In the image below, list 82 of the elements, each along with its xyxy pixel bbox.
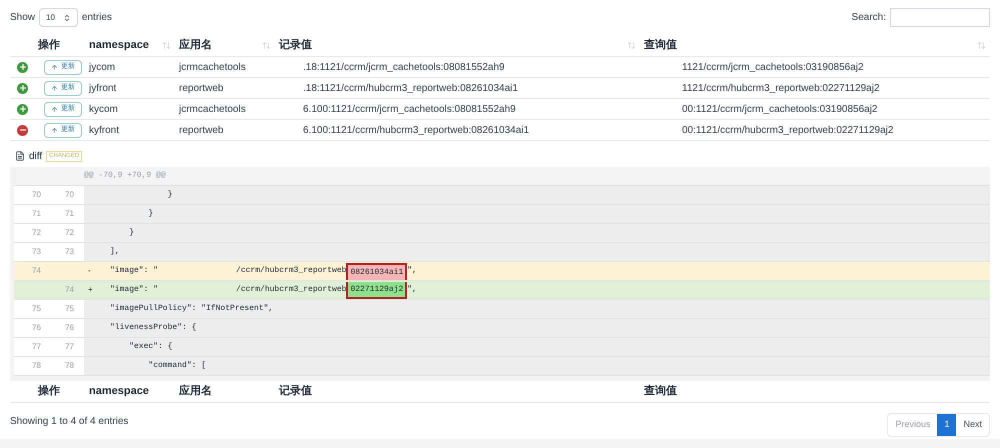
pagination-button[interactable]: 1 [937, 414, 956, 436]
table-cell: .18:1121/ccrm/jcrm_cachetools:08081552ah9 [303, 62, 505, 72]
code-text: "imagePullPolicy": "IfNotPresent", [110, 303, 274, 315]
code-text: } [147, 208, 154, 220]
table-cell: .18:1121/ccrm/hubcrm3_reportweb:08261034ai1 [303, 82, 518, 94]
line-number: 75 [64, 303, 74, 315]
table-cell: 00:1121/ccrm/hubcrm3_reportweb:02271129aj2 [682, 124, 894, 136]
column-header[interactable]: namespace [89, 37, 149, 54]
line-number: 72 [31, 227, 42, 239]
line-number: 70 [64, 189, 74, 201]
column-header[interactable]: 记录值 [279, 383, 312, 400]
up-arrow-icon [51, 84, 58, 92]
line-number: 76 [31, 322, 42, 334]
code-text: /ccrm/hubcrm3_reportweb [236, 284, 346, 296]
diff-sign: - [87, 265, 92, 277]
select-arrows-icon [62, 14, 71, 22]
code-text: "command": [ [147, 360, 206, 372]
changed-hash: 08261034ai1 [346, 262, 408, 280]
table-cell: 6.100:1121/ccrm/jcrm_cachetools:08081552ah9 [303, 104, 516, 114]
up-arrow-icon [51, 64, 58, 70]
table-cell: 6.100:1121/ccrm/hubcrm3_reportweb:08261034ai1 [303, 124, 530, 136]
table-cell-text: kyfront [88, 124, 120, 138]
column-header[interactable]: 操作 [38, 383, 60, 400]
column-header[interactable]: 应用名 [179, 37, 212, 54]
line-number: 74 [31, 265, 42, 277]
code-text: "livenessProbe": { [110, 322, 196, 334]
show-label: Show [10, 11, 36, 25]
column-header[interactable]: 操作 [38, 37, 60, 54]
code-text: ], [110, 246, 120, 258]
code-text: /ccrm/hubcrm3_reportweb [236, 265, 346, 277]
page-size-select[interactable]: 10 [39, 8, 78, 27]
table-cell-text: jyfront [88, 82, 118, 96]
diff-title: diff [29, 150, 42, 164]
code-text: "exec": { [128, 341, 172, 353]
column-header[interactable]: 应用名 [179, 383, 212, 400]
line-number: 78 [31, 360, 42, 372]
hunk-header: @@ -70,9 +70,9 @@ [84, 170, 166, 182]
up-arrow-icon [51, 106, 58, 112]
sort-icon[interactable] [977, 41, 986, 50]
entries-label: entries [82, 11, 112, 25]
column-header[interactable]: 查询值 [644, 383, 677, 400]
code-text: "image": " [110, 284, 158, 296]
search-field[interactable] [890, 8, 990, 27]
table-cell-text: jcrmcachetools [178, 102, 247, 116]
table-cell: 1121/ccrm/jcrm_cachetools:03190856aj2 [682, 62, 864, 72]
line-number: 75 [31, 303, 42, 315]
table-cell: 1121/ccrm/hubcrm3_reportweb:02271129aj2 [682, 82, 880, 94]
up-arrow-icon [51, 126, 58, 134]
table-cell: 00:1121/ccrm/jcrm_cachetools:03190856aj2 [682, 104, 878, 114]
pagination-button[interactable]: Next [956, 414, 989, 436]
line-number: 72 [64, 227, 74, 239]
search-label: Search: [852, 11, 886, 25]
code-text: ", [407, 265, 417, 277]
file-icon [15, 151, 25, 161]
line-number: 73 [64, 246, 74, 258]
code-text: "image": " [110, 265, 158, 277]
sort-icon[interactable] [162, 41, 171, 50]
table-cell-text: jycom [88, 60, 116, 74]
line-number: 74 [64, 284, 74, 296]
line-number: 73 [31, 246, 42, 258]
line-number: 77 [64, 341, 74, 353]
table-cell-text: jcrmcachetools [178, 60, 247, 74]
line-number: 71 [31, 208, 42, 220]
line-number: 76 [64, 322, 74, 334]
column-header[interactable]: 记录值 [279, 37, 312, 54]
code-text: ", [407, 284, 417, 296]
column-header[interactable]: namespace [89, 383, 149, 400]
sort-icon[interactable] [627, 41, 636, 50]
column-header[interactable]: 查询值 [644, 37, 677, 54]
line-number: 77 [31, 341, 42, 353]
line-number: 71 [64, 208, 74, 220]
line-number: 70 [31, 189, 42, 201]
table-cell-text: reportweb [178, 124, 224, 138]
diff-sign: + [87, 284, 94, 296]
table-cell-text: kycom [88, 102, 119, 116]
entries-info: Showing 1 to 4 of 4 entries [10, 414, 128, 428]
changed-hash: 02271129aj2 [346, 282, 408, 298]
code-text: } [166, 189, 172, 201]
sort-icon[interactable] [262, 41, 271, 50]
line-number: 78 [64, 360, 74, 372]
code-text: } [128, 227, 134, 239]
table-cell-text: reportweb [178, 82, 224, 96]
